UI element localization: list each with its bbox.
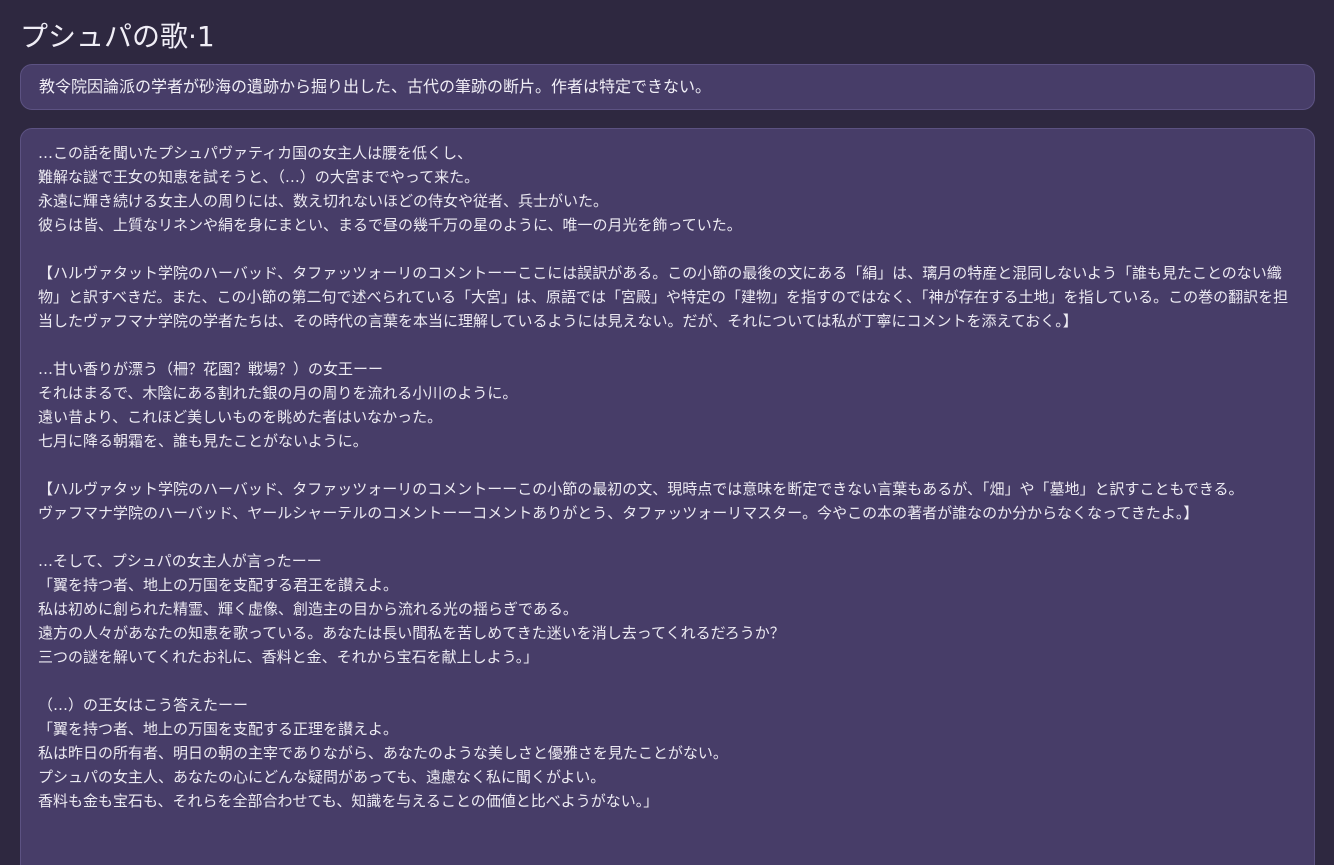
text-line: 私は初めに創られた精霊、輝く虚像、創造主の目から流れる光の揺らぎである。	[38, 600, 578, 618]
paragraph-5: …そして、プシュパの女主人が言ったーー 「翼を持つ者、地上の万国を支配する君王を…	[38, 549, 1298, 669]
text-line: …そして、プシュパの女主人が言ったーー	[38, 552, 322, 570]
text-line: 「翼を持つ者、地上の万国を支配する君王を讃えよ。	[38, 576, 399, 594]
text-line: 香料も金も宝石も、それらを全部合わせても、知識を与えることの価値と比べようがない…	[38, 792, 659, 810]
paragraph-6: （…）の王女はこう答えたーー 「翼を持つ者、地上の万国を支配する正理を讃えよ。 …	[38, 693, 1298, 813]
paragraph-2-commentary: 【ハルヴァタット学院のハーバッド、タファッツォーリのコメントーーここには誤訳があ…	[38, 261, 1298, 333]
text-line: 永遠に輝き続ける女主人の周りには、数え切れないほどの侍女や従者、兵士がいた。	[38, 192, 609, 210]
text-line: （…）の王女はこう答えたーー	[38, 696, 249, 714]
text-line: それはまるで、木陰にある割れた銀の月の周りを流れる小川のように。	[38, 384, 518, 402]
text-line: プシュパの女主人、あなたの心にどんな疑問があっても、遠慮なく私に聞くがよい。	[38, 768, 606, 786]
page: プシュパの歌·1 教令院因論派の学者が砂海の遺跡から掘り出した、古代の筆跡の断片…	[0, 0, 1334, 865]
description-box: 教令院因論派の学者が砂海の遺跡から掘り出した、古代の筆跡の断片。作者は特定できな…	[20, 64, 1315, 110]
paragraph-1: …この話を聞いたプシュパヴァティカ国の女主人は腰を低くし、 難解な謎で王女の知恵…	[38, 141, 1298, 237]
text-line: ヴァフマナ学院のハーバッド、ヤールシャーテルのコメントーーコメントありがとう、タ…	[38, 504, 1199, 522]
paragraph-4-commentary: 【ハルヴァタット学院のハーバッド、タファッツォーリのコメントーーこの小節の最初の…	[38, 477, 1298, 525]
text-line: 【ハルヴァタット学院のハーバッド、タファッツォーリのコメントーーここには誤訳があ…	[38, 264, 1289, 330]
text-line: 三つの謎を解いてくれたお礼に、香料と金、それから宝石を献上しよう。」	[38, 648, 539, 666]
paragraph-3: …甘い香りが漂う（柵？花園？戦場？）の女王ーー それはまるで、木陰にある割れた銀…	[38, 357, 1298, 453]
text-line: 七月に降る朝霜を、誰も見たことがないように。	[38, 432, 368, 450]
text-line: 彼らは皆、上質なリネンや絹を身にまとい、まるで昼の幾千万の星のように、唯一の月光…	[38, 216, 742, 234]
text-line: 難解な謎で王女の知恵を試そうと、（…）の大宮までやって来た。	[38, 168, 480, 186]
text-line: 遠い昔より、これほど美しいものを眺めた者はいなかった。	[38, 408, 443, 426]
text-line: 【ハルヴァタット学院のハーバッド、タファッツォーリのコメントーーこの小節の最初の…	[38, 480, 1244, 498]
text-line: 「翼を持つ者、地上の万国を支配する正理を讃えよ。	[38, 720, 399, 738]
text-line: …甘い香りが漂う（柵？花園？戦場？）の女王ーー	[38, 360, 384, 378]
text-line: …この話を聞いたプシュパヴァティカ国の女主人は腰を低くし、	[38, 144, 473, 162]
text-line: 私は昨日の所有者、明日の朝の主宰でありながら、あなたのような美しさと優雅さを見た…	[38, 744, 728, 762]
page-title: プシュパの歌·1	[20, 20, 215, 53]
text-body[interactable]: …この話を聞いたプシュパヴァティカ国の女主人は腰を低くし、 難解な謎で王女の知恵…	[20, 128, 1315, 865]
text-line: 遠方の人々があなたの知恵を歌っている。あなたは長い間私を苦しめてきた迷いを消し去…	[38, 624, 785, 642]
